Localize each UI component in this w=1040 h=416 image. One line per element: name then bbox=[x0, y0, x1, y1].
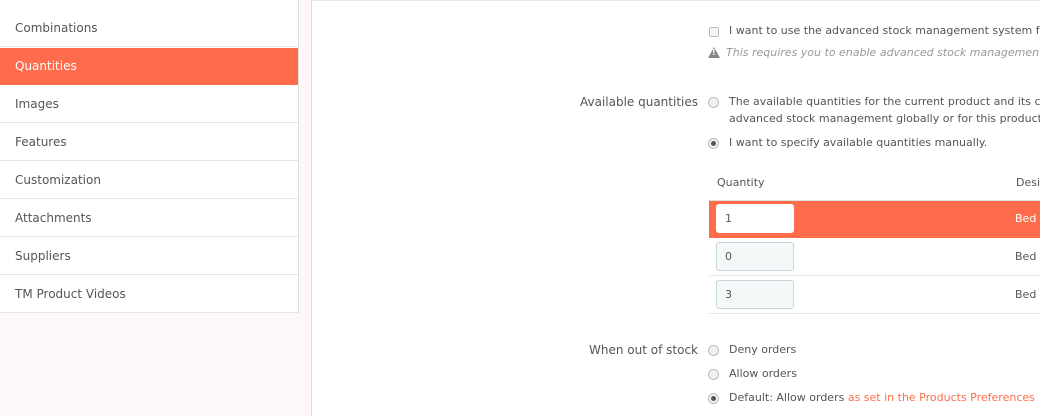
advanced-stock-warning: This requires you to enable advanced sto… bbox=[726, 46, 1040, 59]
allow-orders-radio[interactable] bbox=[708, 369, 719, 380]
sidebar-item-tm-product-videos[interactable]: TM Product Videos bbox=[0, 276, 298, 313]
row-description: Bed bbox=[1015, 212, 1037, 225]
available-qty-advanced-line1: The available quantities for the current… bbox=[729, 95, 1040, 108]
deny-orders-radio[interactable] bbox=[708, 345, 719, 356]
quantities-panel: I want to use the advanced stock managem… bbox=[311, 0, 1040, 416]
quantity-input[interactable]: 1 bbox=[716, 204, 794, 233]
out-of-stock-label: When out of stock bbox=[589, 343, 698, 357]
table-row: 3 Bed bbox=[709, 277, 1040, 314]
quantity-input[interactable]: 0 bbox=[716, 242, 794, 271]
products-preferences-link[interactable]: as set in the Products Preferences bbox=[848, 391, 1035, 404]
table-row: 1 Bed bbox=[709, 201, 1040, 238]
default-orders-text: Default: Allow orders as set in the Prod… bbox=[729, 391, 1035, 404]
sidebar-item-quantities[interactable]: Quantities bbox=[0, 48, 298, 85]
sidebar-item-combinations[interactable]: Combinations bbox=[0, 10, 298, 47]
default-orders-radio[interactable] bbox=[708, 393, 719, 404]
product-tabs-sidebar: Combinations Quantities Images Features … bbox=[0, 0, 299, 313]
warning-icon bbox=[708, 47, 720, 58]
available-qty-advanced-radio[interactable] bbox=[708, 97, 719, 108]
row-description: Bed bbox=[1015, 288, 1037, 301]
deny-orders-label: Deny orders bbox=[729, 343, 797, 356]
row-description: Bed bbox=[1015, 250, 1037, 263]
available-qty-manual-label: I want to specify available quantities m… bbox=[729, 136, 988, 149]
quantities-table-header: Quantity Desi bbox=[709, 166, 1040, 201]
sidebar-item-customization[interactable]: Customization bbox=[0, 162, 298, 199]
sidebar-item-suppliers[interactable]: Suppliers bbox=[0, 238, 298, 275]
panel-top-border bbox=[312, 0, 1040, 1]
col-header-description: Desi bbox=[1016, 176, 1040, 189]
available-qty-manual-radio[interactable] bbox=[708, 138, 719, 149]
advanced-stock-label: I want to use the advanced stock managem… bbox=[729, 24, 1040, 37]
available-quantities-label: Available quantities bbox=[579, 95, 698, 109]
col-header-quantity: Quantity bbox=[717, 176, 765, 189]
table-row: 0 Bed bbox=[709, 239, 1040, 276]
sidebar-item-features[interactable]: Features bbox=[0, 124, 298, 161]
default-orders-label: Default: Allow orders bbox=[729, 391, 845, 404]
quantity-input[interactable]: 3 bbox=[716, 280, 794, 309]
available-qty-advanced-line2: advanced stock management globally or fo… bbox=[729, 112, 1040, 125]
advanced-stock-checkbox[interactable] bbox=[709, 27, 719, 37]
allow-orders-label: Allow orders bbox=[729, 367, 797, 380]
sidebar-item-attachments[interactable]: Attachments bbox=[0, 200, 298, 237]
sidebar-item-images[interactable]: Images bbox=[0, 86, 298, 123]
